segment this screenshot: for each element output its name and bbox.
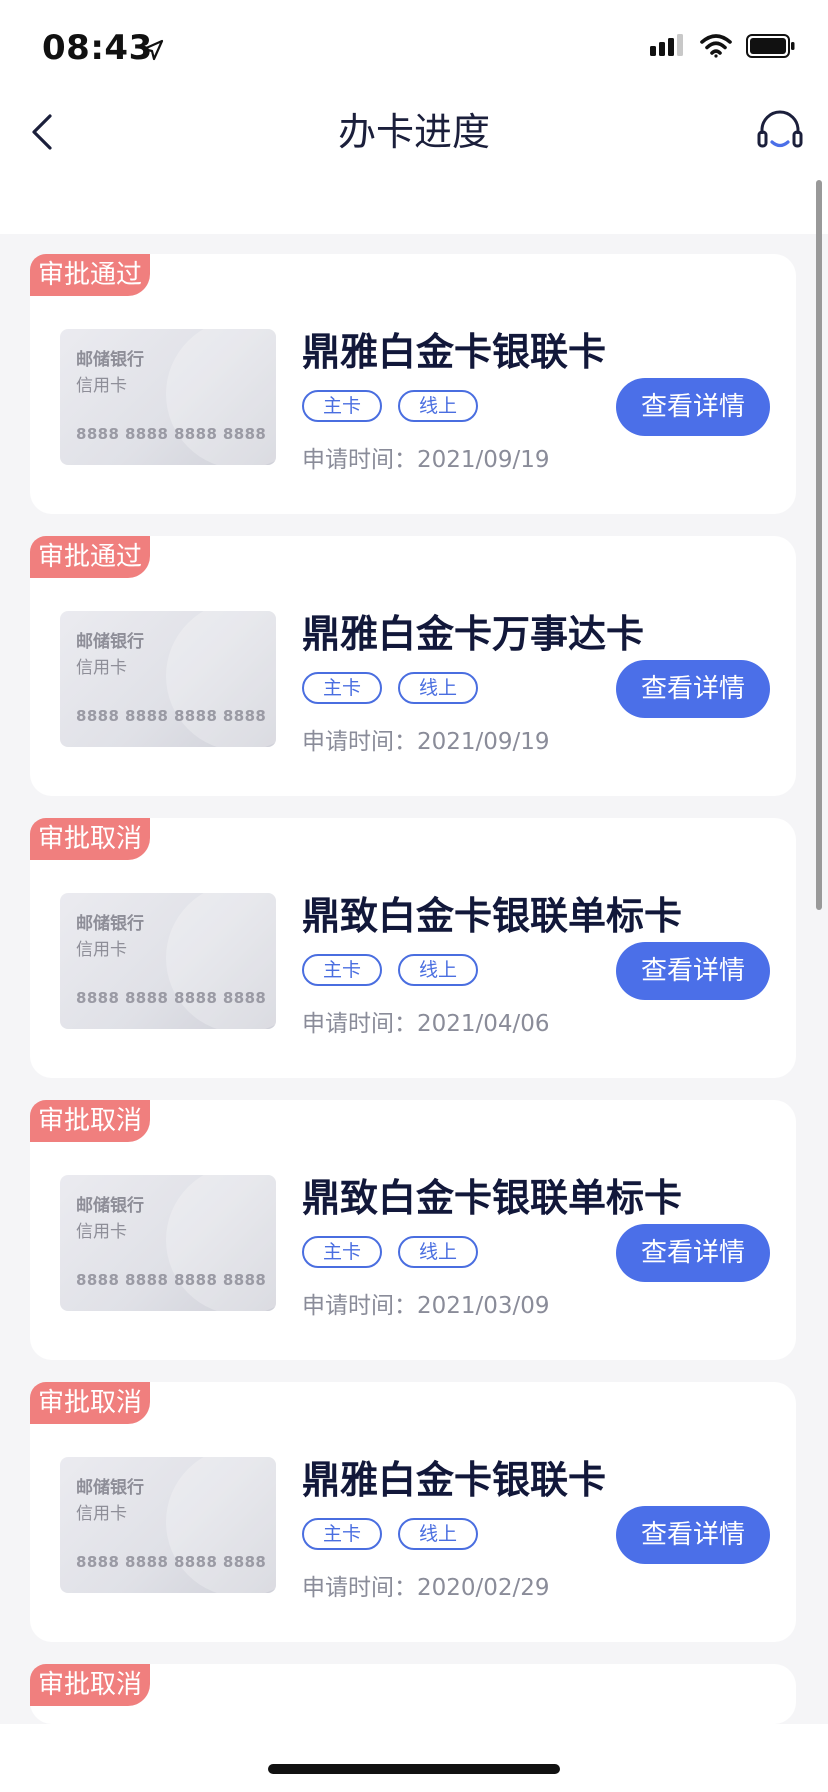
header-area: 08:43 办卡进度 [0, 0, 828, 234]
card-title: 鼎雅白金卡银联卡 [302, 330, 607, 374]
status-badge: 审批通过 [30, 254, 151, 296]
card-title: 鼎雅白金卡万事达卡 [302, 612, 645, 656]
card-tags: 主卡 线上 [302, 954, 478, 986]
list-item: 审批通过 邮储银行 信用卡 8888 8888 8888 8888 鼎雅白金卡银… [30, 254, 796, 514]
card-image-bank: 邮储银行 [76, 914, 144, 934]
card-image: 邮储银行 信用卡 8888 8888 8888 8888 [60, 1175, 276, 1311]
status-indicators [650, 34, 796, 58]
battery-icon [746, 34, 795, 58]
view-details-button[interactable]: 查看详情 [616, 660, 770, 718]
status-badge: 审批通过 [30, 536, 151, 578]
list-item: 审批取消 邮储银行 信用卡 8888 8888 8888 8888 鼎雅白金卡银… [30, 1382, 796, 1642]
tag-online: 线上 [398, 1518, 478, 1550]
card-image: 邮储银行 信用卡 8888 8888 8888 8888 [60, 893, 276, 1029]
card-image-decoration [166, 893, 276, 1029]
scrollbar[interactable] [816, 180, 822, 910]
card-image-number: 8888 8888 8888 8888 [76, 425, 267, 443]
bottom-safe-area [0, 1724, 828, 1792]
card-tags: 主卡 线上 [302, 672, 478, 704]
view-details-button[interactable]: 查看详情 [616, 1224, 770, 1282]
list-item: 审批通过 邮储银行 信用卡 8888 8888 8888 8888 鼎雅白金卡万… [30, 536, 796, 796]
status-time: 08:43 [42, 28, 153, 68]
list-item: 审批取消 邮储银行 信用卡 8888 8888 8888 8888 鼎致白金卡银… [30, 1100, 796, 1360]
apply-time: 申请时间：2021/04/06 [302, 1011, 550, 1037]
card-image-decoration [166, 1175, 276, 1311]
view-details-button[interactable]: 查看详情 [616, 942, 770, 1000]
card-title: 鼎致白金卡银联单标卡 [302, 1176, 683, 1220]
card-image: 邮储银行 信用卡 8888 8888 8888 8888 [60, 329, 276, 465]
card-image-type: 信用卡 [76, 1222, 127, 1242]
card-image-bank: 邮储银行 [76, 1196, 144, 1216]
apply-time: 申请时间：2021/09/19 [302, 447, 550, 473]
card-image: 邮储银行 信用卡 8888 8888 8888 8888 [60, 611, 276, 747]
cellular-signal-icon [650, 34, 683, 56]
card-image-type: 信用卡 [76, 658, 127, 678]
status-badge: 审批取消 [30, 1664, 151, 1706]
card-image: 邮储银行 信用卡 8888 8888 8888 8888 [60, 1457, 276, 1593]
card-image-number: 8888 8888 8888 8888 [76, 989, 267, 1007]
status-badge: 审批取消 [30, 818, 151, 860]
card-tags: 主卡 线上 [302, 390, 478, 422]
tag-primary-card: 主卡 [302, 1236, 382, 1268]
card-image-decoration [166, 611, 276, 747]
card-image-number: 8888 8888 8888 8888 [76, 707, 267, 725]
tag-primary-card: 主卡 [302, 1518, 382, 1550]
tag-primary-card: 主卡 [302, 390, 382, 422]
status-badge: 审批取消 [30, 1100, 151, 1142]
card-progress-list: 审批通过 邮储银行 信用卡 8888 8888 8888 8888 鼎雅白金卡银… [30, 254, 796, 1724]
apply-time: 申请时间：2021/09/19 [302, 729, 550, 755]
headset-icon[interactable] [756, 108, 804, 156]
tag-online: 线上 [398, 390, 478, 422]
card-image-bank: 邮储银行 [76, 632, 144, 652]
card-image-decoration [166, 1457, 276, 1593]
card-image-type: 信用卡 [76, 376, 127, 396]
home-indicator[interactable] [268, 1764, 560, 1774]
status-bar: 08:43 [0, 0, 828, 100]
card-image-type: 信用卡 [76, 1504, 127, 1524]
status-badge: 审批取消 [30, 1382, 151, 1424]
card-title: 鼎致白金卡银联单标卡 [302, 894, 683, 938]
apply-time: 申请时间：2021/03/09 [302, 1293, 550, 1319]
card-image-type: 信用卡 [76, 940, 127, 960]
wifi-icon [700, 34, 732, 58]
card-image-bank: 邮储银行 [76, 350, 144, 370]
card-tags: 主卡 线上 [302, 1236, 478, 1268]
view-details-button[interactable]: 查看详情 [616, 378, 770, 436]
page-title: 办卡进度 [337, 110, 490, 154]
card-tags: 主卡 线上 [302, 1518, 478, 1550]
tag-primary-card: 主卡 [302, 954, 382, 986]
tag-online: 线上 [398, 1236, 478, 1268]
view-details-button[interactable]: 查看详情 [616, 1506, 770, 1564]
location-arrow-icon [142, 39, 164, 61]
nav-bar: 办卡进度 [0, 100, 828, 234]
tag-online: 线上 [398, 672, 478, 704]
list-item: 审批取消 [30, 1664, 796, 1724]
list-item: 审批取消 邮储银行 信用卡 8888 8888 8888 8888 鼎致白金卡银… [30, 818, 796, 1078]
card-image-bank: 邮储银行 [76, 1478, 144, 1498]
tag-primary-card: 主卡 [302, 672, 382, 704]
card-title: 鼎雅白金卡银联卡 [302, 1458, 607, 1502]
card-image-decoration [166, 329, 276, 465]
tag-online: 线上 [398, 954, 478, 986]
apply-time: 申请时间：2020/02/29 [302, 1575, 550, 1601]
card-image-number: 8888 8888 8888 8888 [76, 1271, 267, 1289]
card-image-number: 8888 8888 8888 8888 [76, 1553, 267, 1571]
